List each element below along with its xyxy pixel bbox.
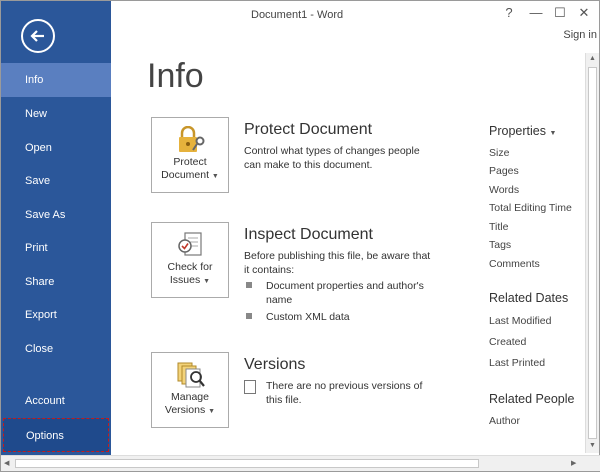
sidebar-item-options[interactable]: Options [3,418,109,452]
properties-dropdown[interactable]: Properties ▼ [489,124,556,138]
scroll-up-icon[interactable]: ▲ [589,55,596,62]
window-title: Document1 - Word [251,9,344,21]
word-backstage-window: Info New Open Save Save As Print Share E… [0,0,600,472]
property-title[interactable]: Title [489,221,508,233]
backstage-sidebar: Info New Open Save Save As Print Share E… [1,1,111,455]
protect-document-heading: Protect Document [244,121,373,138]
property-pages: Pages [489,165,519,177]
protect-tile-label-line1: Protect [173,156,207,168]
sidebar-item-export[interactable]: Export [1,298,111,332]
inspect-bullet-2: Custom XML data [266,311,350,323]
sidebar-item-print[interactable]: Print [1,231,111,265]
sidebar-item-new[interactable]: New [1,97,111,131]
close-window-button[interactable]: ✕ [573,5,595,21]
check-for-issues-button[interactable]: Check for Issues ▼ [151,222,229,298]
lock-key-icon [179,126,205,152]
property-size: Size [489,147,510,159]
minimize-button[interactable]: — [525,5,547,20]
inspect-document-description: Before publishing this file, be aware th… [244,250,431,276]
dropdown-caret-icon: ▼ [203,278,211,285]
back-button[interactable] [21,19,55,53]
help-button[interactable]: ? [498,5,520,20]
dropdown-caret-icon: ▼ [211,173,219,180]
bullet-icon [246,313,252,319]
vertical-scrollbar[interactable]: ▲ ▼ [585,53,599,453]
protect-document-description: Control what types of changes people can… [244,145,420,171]
sidebar-item-close[interactable]: Close [1,332,111,366]
dropdown-caret-icon: ▼ [208,408,216,415]
page-title: Info [147,57,204,95]
sidebar-item-share[interactable]: Share [1,265,111,299]
versions-tile-label-line1: Manage [171,391,209,403]
inspect-tile-label-line1: Check for [167,261,213,273]
date-last-printed: Last Printed [489,357,546,369]
property-tags[interactable]: Tags [489,239,511,251]
sign-in-link[interactable]: Sign in [563,29,597,41]
sidebar-item-save[interactable]: Save [1,164,111,198]
scroll-right-icon[interactable]: ▶ [571,459,576,467]
versions-tile-label-line2: Versions [164,404,206,416]
inspect-bullet-1: Document properties and author's name [266,280,424,306]
manage-versions-icon [177,362,205,388]
sidebar-item-info[interactable]: Info [1,63,111,97]
related-dates-heading: Related Dates [489,291,569,305]
property-total-editing-time: Total Editing Time [489,202,572,214]
scroll-down-icon[interactable]: ▼ [589,442,596,449]
manage-versions-button[interactable]: Manage Versions ▼ [151,352,229,428]
horizontal-scrollbar[interactable]: ◀ ▶ [1,455,600,471]
back-arrow-icon [30,30,44,42]
restore-button[interactable]: ☐ [549,5,571,21]
protect-tile-label-line2: Document [161,169,209,181]
check-document-icon [178,232,202,256]
bullet-icon [246,282,252,288]
horizontal-scroll-thumb[interactable] [15,459,479,468]
sidebar-item-save-as[interactable]: Save As [1,198,111,232]
date-created: Created [489,336,527,348]
inspect-tile-label-line2: Issues [169,274,201,286]
document-icon [244,380,256,394]
sidebar-item-account[interactable]: Account [1,384,111,418]
versions-description: There are no previous versions of this f… [266,380,423,406]
property-comments[interactable]: Comments [489,258,540,270]
related-people-heading: Related People [489,392,575,406]
dropdown-caret-icon: ▼ [549,130,557,137]
property-words: Words [489,184,520,196]
vertical-scroll-thumb[interactable] [588,67,597,439]
properties-heading: Properties [489,124,546,138]
sidebar-item-open[interactable]: Open [1,131,111,165]
protect-document-button[interactable]: Protect Document ▼ [151,117,229,193]
versions-heading: Versions [244,356,306,373]
date-last-modified: Last Modified [489,315,552,327]
scroll-left-icon[interactable]: ◀ [4,459,9,467]
inspect-document-heading: Inspect Document [244,226,373,243]
people-author: Author [489,415,520,427]
